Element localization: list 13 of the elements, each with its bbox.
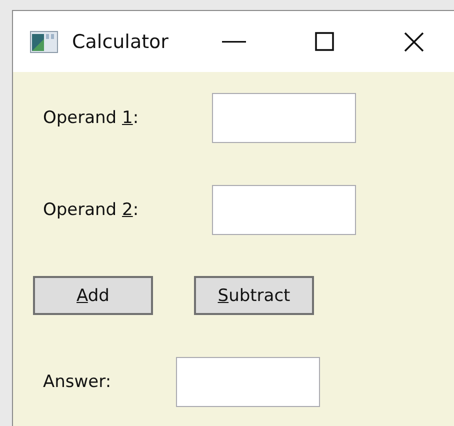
action-button[interactable]: Subtract xyxy=(194,276,314,315)
window-icon xyxy=(30,30,58,52)
maximize-icon[interactable] xyxy=(314,32,334,51)
operand-label: Operand 1: xyxy=(43,108,140,128)
minimize-icon[interactable] xyxy=(222,40,246,42)
operand-field[interactable] xyxy=(212,93,356,143)
close-icon[interactable] xyxy=(404,32,424,52)
answer-field[interactable] xyxy=(176,357,320,407)
operand-label: Operand 2: xyxy=(43,200,140,220)
operand-field[interactable] xyxy=(212,185,356,235)
action-button[interactable]: Add xyxy=(33,276,153,315)
answer-label: Answer: xyxy=(43,372,112,392)
window-title: Calculator xyxy=(72,30,168,52)
